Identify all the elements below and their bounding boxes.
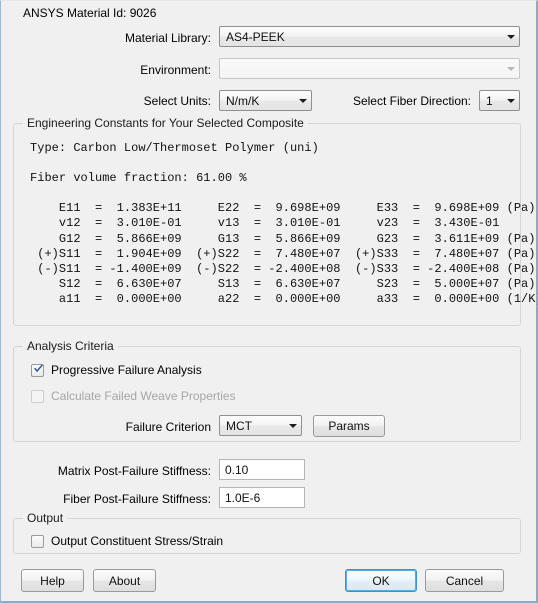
checkbox-box: [31, 363, 44, 377]
select-fiber-direction-combo[interactable]: 1: [479, 90, 520, 111]
chevron-down-icon: [284, 416, 301, 435]
engineering-constants-group: Engineering Constants for Your Selected …: [13, 116, 538, 326]
select-fiber-direction-value: 1: [486, 93, 493, 108]
checkbox-box: [31, 534, 44, 548]
failure-criterion-label: Failure Criterion: [125, 420, 211, 434]
cancel-button[interactable]: Cancel: [425, 569, 504, 592]
chevron-down-icon: [502, 27, 519, 46]
failure-criterion-value: MCT: [226, 418, 252, 433]
engineering-constants-text: Type: Carbon Low/Thermoset Polymer (uni)…: [30, 141, 538, 306]
params-button[interactable]: Params: [313, 415, 385, 437]
about-button[interactable]: About: [93, 569, 156, 592]
analysis-criteria-title: Analysis Criteria: [23, 339, 118, 353]
matrix-post-failure-stiffness-label: Matrix Post-Failure Stiffness:: [57, 464, 211, 478]
chevron-down-icon: [294, 91, 311, 110]
material-library-value: AS4-PEEK: [226, 29, 285, 44]
environment-combo[interactable]: [219, 58, 520, 79]
select-units-value: N/m/K: [226, 93, 260, 108]
output-title: Output: [23, 511, 68, 525]
ansys-material-id-label: ANSYS Material Id: 9026: [23, 6, 157, 20]
failure-criterion-combo[interactable]: MCT: [219, 415, 302, 436]
select-units-label: Select Units:: [143, 94, 211, 108]
help-button[interactable]: Help: [21, 569, 84, 592]
select-units-combo[interactable]: N/m/K: [219, 90, 312, 111]
output-constituent-stress-strain-label: Output Constituent Stress/Strain: [51, 534, 224, 548]
material-properties-dialog: ANSYS Material Id: 9026 Material Library…: [0, 0, 538, 603]
checkbox-box: [31, 389, 44, 403]
engineering-constants-title: Engineering Constants for Your Selected …: [23, 116, 308, 130]
fiber-post-failure-stiffness-label: Fiber Post-Failure Stiffness:: [63, 492, 211, 506]
calculate-failed-weave-properties-checkbox[interactable]: Calculate Failed Weave Properties: [31, 389, 236, 403]
ok-button[interactable]: OK: [345, 569, 417, 592]
output-constituent-stress-strain-checkbox[interactable]: Output Constituent Stress/Strain: [31, 534, 223, 548]
matrix-post-failure-stiffness-input[interactable]: 0.10: [219, 459, 305, 480]
chevron-down-icon: [502, 91, 519, 110]
progressive-failure-analysis-label: Progressive Failure Analysis: [51, 363, 202, 377]
environment-label: Environment:: [140, 63, 211, 77]
material-library-label: Material Library:: [124, 31, 211, 45]
select-fiber-direction-label: Select Fiber Direction:: [352, 94, 471, 108]
calculate-failed-weave-properties-label: Calculate Failed Weave Properties: [51, 389, 236, 403]
check-icon: [34, 363, 43, 372]
material-library-combo[interactable]: AS4-PEEK: [219, 26, 520, 47]
fiber-post-failure-stiffness-input[interactable]: 1.0E-6: [219, 487, 305, 508]
chevron-down-icon: [502, 59, 519, 78]
progressive-failure-analysis-checkbox[interactable]: Progressive Failure Analysis: [31, 363, 202, 377]
